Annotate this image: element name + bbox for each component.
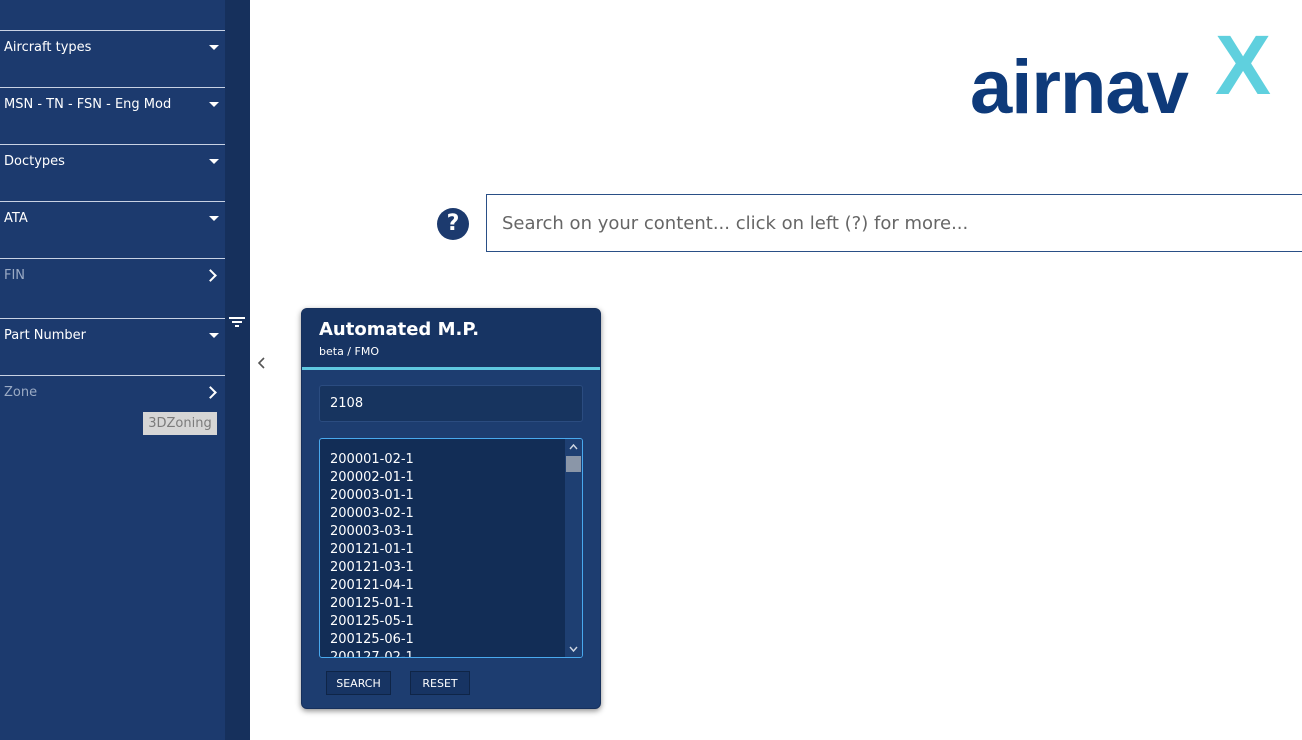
reset-button[interactable]: RESET: [410, 671, 470, 695]
list-scrollbar[interactable]: [565, 439, 582, 657]
filter-ata[interactable]: ATA: [0, 201, 225, 258]
result-listbox[interactable]: 200001-02-1 200002-01-1 200003-01-1 2000…: [319, 438, 583, 658]
list-item[interactable]: 200003-01-1: [330, 487, 414, 505]
filter-label: Aircraft types: [4, 40, 92, 55]
caret-down-icon[interactable]: [209, 102, 219, 107]
logo-accent: X: [1215, 18, 1272, 112]
filter-fin[interactable]: FIN: [0, 258, 225, 318]
list-item[interactable]: 200003-03-1: [330, 523, 414, 541]
filter-aircraft-types[interactable]: Aircraft types: [0, 30, 225, 87]
search-button[interactable]: SEARCH: [326, 671, 391, 695]
filter-icon[interactable]: [229, 316, 245, 328]
list-item[interactable]: 200002-01-1: [330, 469, 414, 487]
filter-label: Zone: [4, 385, 38, 400]
mp-input[interactable]: [319, 385, 583, 422]
list-item[interactable]: 200001-02-1: [330, 451, 414, 469]
chevron-right-icon[interactable]: [204, 269, 217, 282]
list-item[interactable]: 200125-01-1: [330, 595, 414, 613]
filter-label: MSN - TN - FSN - Eng Mod: [4, 97, 172, 112]
panel-subtitle: beta / FMO: [319, 345, 379, 358]
search-input[interactable]: [486, 194, 1302, 252]
caret-down-icon[interactable]: [209, 159, 219, 164]
3d-zoning-button[interactable]: 3DZoning: [143, 412, 217, 435]
filter-part-number[interactable]: Part Number: [0, 318, 225, 375]
scroll-thumb[interactable]: [566, 456, 581, 472]
help-icon[interactable]: ?: [437, 208, 469, 240]
caret-down-icon[interactable]: [209, 216, 219, 221]
scroll-up-icon[interactable]: [565, 439, 582, 455]
list-item[interactable]: 200121-04-1: [330, 577, 414, 595]
list-item[interactable]: 200125-05-1: [330, 613, 414, 631]
list-item[interactable]: 200121-01-1: [330, 541, 414, 559]
filter-msn[interactable]: MSN - TN - FSN - Eng Mod: [0, 87, 225, 144]
filter-label: Doctypes: [4, 154, 65, 169]
list-item[interactable]: 200003-02-1: [330, 505, 414, 523]
filter-label: Part Number: [4, 328, 87, 343]
filter-label: FIN: [4, 268, 26, 283]
scroll-down-icon[interactable]: [565, 641, 582, 657]
result-items: 200001-02-1 200002-01-1 200003-01-1 2000…: [330, 451, 414, 657]
list-item[interactable]: 200127-02-1: [330, 649, 414, 657]
automated-mp-panel: Automated M.P. beta / FMO 200001-02-1 20…: [301, 308, 601, 709]
caret-down-icon[interactable]: [209, 333, 219, 338]
list-item[interactable]: 200125-06-1: [330, 631, 414, 649]
filter-label: ATA: [4, 211, 28, 226]
panel-title: Automated M.P.: [319, 319, 480, 340]
filter-doctypes[interactable]: Doctypes: [0, 144, 225, 201]
airnavx-logo: airnav X: [970, 20, 1280, 130]
chevron-right-icon[interactable]: [204, 386, 217, 399]
sidebar-strip: [225, 0, 250, 740]
chevron-left-icon[interactable]: [257, 356, 267, 370]
logo-text: airnav: [970, 45, 1189, 130]
filter-sidebar: Aircraft types MSN - TN - FSN - Eng Mod …: [0, 0, 225, 740]
panel-header: Automated M.P. beta / FMO: [302, 309, 600, 370]
list-item[interactable]: 200121-03-1: [330, 559, 414, 577]
caret-down-icon[interactable]: [209, 45, 219, 50]
